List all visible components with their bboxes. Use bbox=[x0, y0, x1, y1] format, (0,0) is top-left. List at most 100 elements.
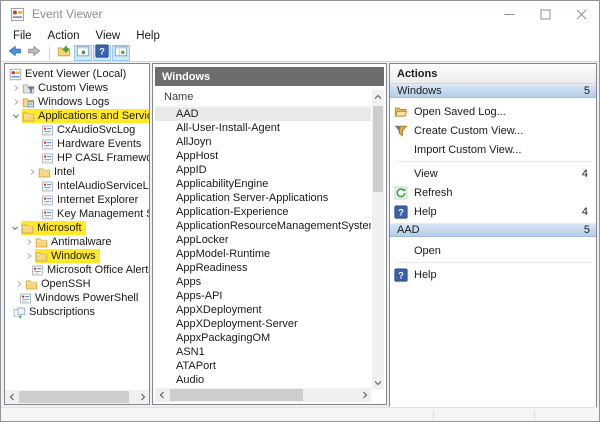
action-item-view[interactable]: View4 bbox=[390, 164, 596, 183]
scroll-down-button[interactable] bbox=[372, 376, 384, 389]
menu-item-action[interactable]: Action bbox=[40, 28, 88, 44]
scrollbar-thumb[interactable] bbox=[19, 391, 129, 403]
chevron-expanded-icon[interactable] bbox=[9, 222, 21, 234]
scroll-up-button[interactable] bbox=[372, 90, 384, 103]
chevron-collapsed-icon[interactable] bbox=[13, 278, 25, 290]
list-item[interactable]: AAD bbox=[155, 107, 371, 121]
tree-item-windows-powershell[interactable]: Windows PowerShell bbox=[5, 291, 149, 305]
action-item-open[interactable]: Open bbox=[390, 241, 596, 260]
action-item-open-saved-log[interactable]: Open Saved Log... bbox=[390, 102, 596, 121]
scrollbar-thumb[interactable] bbox=[170, 389, 303, 401]
chevron-expanded-icon[interactable] bbox=[10, 110, 22, 122]
svg-text:?: ? bbox=[398, 207, 404, 217]
chevron-collapsed-icon[interactable] bbox=[10, 82, 22, 94]
tree-item-antimalware[interactable]: Antimalware bbox=[5, 235, 149, 249]
list-item[interactable]: ASN1 bbox=[155, 345, 371, 359]
back-button[interactable] bbox=[6, 45, 24, 61]
list-item[interactable]: AppXDeployment-Server bbox=[155, 317, 371, 331]
event-log-icon bbox=[41, 138, 54, 151]
title-bar: Event Viewer bbox=[1, 1, 599, 27]
list-item[interactable]: Application-Experience bbox=[155, 205, 371, 219]
action-item-import-custom-view[interactable]: Import Custom View... bbox=[390, 140, 596, 159]
list-item-label: AppXDeployment-Server bbox=[176, 318, 298, 330]
chevron-collapsed-icon[interactable] bbox=[23, 236, 35, 248]
tree-item-hardware-events[interactable]: Hardware Events bbox=[5, 137, 149, 151]
list-item[interactable]: AppHost bbox=[155, 149, 371, 163]
action-item-help[interactable]: ?Help bbox=[390, 265, 596, 284]
minimize-button[interactable] bbox=[491, 1, 527, 27]
forward-button[interactable] bbox=[25, 45, 43, 61]
action-item-label: Help bbox=[414, 269, 437, 281]
tree-item-applications-and-services-logs[interactable]: Applications and Services Logs bbox=[5, 109, 149, 123]
scrollbar-thumb[interactable] bbox=[373, 106, 383, 192]
list-item-label: AppLocker bbox=[176, 234, 229, 246]
menu-item-file[interactable]: File bbox=[5, 28, 40, 44]
list-item[interactable]: ATAPort bbox=[155, 359, 371, 373]
list-item[interactable]: ApplicabilityEngine bbox=[155, 177, 371, 191]
list-item[interactable]: AppXDeployment bbox=[155, 303, 371, 317]
list-item[interactable]: AppxPackagingOM bbox=[155, 331, 371, 345]
tree-item-microsoft[interactable]: Microsoft bbox=[5, 221, 149, 235]
tree-item-label: Custom Views bbox=[38, 82, 108, 94]
tree-item-hp-casl-framework[interactable]: HP CASL Framework bbox=[5, 151, 149, 165]
folder-icon bbox=[21, 222, 34, 235]
list-item[interactable]: AppLocker bbox=[155, 233, 371, 247]
tree-horizontal-scrollbar[interactable] bbox=[5, 390, 149, 404]
help-icon: ? bbox=[394, 205, 408, 219]
list-item[interactable]: AppReadiness bbox=[155, 261, 371, 275]
action-item-refresh[interactable]: Refresh bbox=[390, 183, 596, 202]
list-item-label: AppxPackagingOM bbox=[176, 332, 270, 344]
list-item[interactable]: AllJoyn bbox=[155, 135, 371, 149]
tree-item-openssh[interactable]: OpenSSH bbox=[5, 277, 149, 291]
list-item[interactable]: Application Server-Applications bbox=[155, 191, 371, 205]
scroll-left-button[interactable] bbox=[5, 390, 18, 404]
tree-item-event-viewer-local[interactable]: Event Viewer (Local) bbox=[5, 67, 149, 81]
menu-item-help[interactable]: Help bbox=[128, 28, 168, 44]
export-folder-button[interactable] bbox=[55, 45, 73, 61]
console-window-button[interactable] bbox=[74, 45, 92, 61]
list-vertical-scrollbar[interactable] bbox=[372, 90, 384, 389]
chevron-collapsed-icon[interactable] bbox=[10, 96, 22, 108]
action-item-help[interactable]: ?Help4 bbox=[390, 202, 596, 221]
tree-item-content: Antimalware bbox=[35, 235, 116, 249]
maximize-button[interactable] bbox=[527, 1, 563, 27]
tree-item-custom-views[interactable]: Custom Views bbox=[5, 81, 149, 95]
collapse-glyph[interactable]: 5 bbox=[584, 85, 590, 97]
tree-item-windows[interactable]: Windows bbox=[5, 249, 149, 263]
tree-item-cxaudiosvclog[interactable]: CxAudioSvcLog bbox=[5, 123, 149, 137]
console-panes-button[interactable] bbox=[112, 45, 130, 61]
tree-item-key-management-service[interactable]: Key Management Service bbox=[5, 207, 149, 221]
action-item-label: Help bbox=[414, 206, 437, 218]
tree-item-microsoft-office-alerts[interactable]: Microsoft Office Alerts bbox=[5, 263, 149, 277]
list-item[interactable]: Apps bbox=[155, 275, 371, 289]
tree-item-content: Windows Logs bbox=[22, 95, 114, 109]
action-group-header-aad[interactable]: AAD5 bbox=[390, 223, 596, 237]
list-item[interactable]: Audio bbox=[155, 373, 371, 387]
tree-item-windows-logs[interactable]: Windows Logs bbox=[5, 95, 149, 109]
list-item-label: Audio bbox=[176, 374, 204, 386]
scroll-right-button[interactable] bbox=[136, 390, 149, 404]
minimize-icon bbox=[504, 9, 515, 20]
tree-item-intelaudioservicelog[interactable]: IntelAudioServiceLog bbox=[5, 179, 149, 193]
window-controls bbox=[491, 1, 599, 27]
tree-item-internet-explorer[interactable]: Internet Explorer bbox=[5, 193, 149, 207]
close-button[interactable] bbox=[563, 1, 599, 27]
collapse-glyph[interactable]: 5 bbox=[584, 224, 590, 236]
list-horizontal-scrollbar[interactable] bbox=[155, 388, 371, 402]
action-group-header-windows[interactable]: Windows5 bbox=[390, 84, 596, 98]
help-button[interactable]: ? bbox=[93, 45, 111, 61]
tree-item-subscriptions[interactable]: Subscriptions bbox=[5, 305, 149, 319]
list-item[interactable]: AppID bbox=[155, 163, 371, 177]
list-item[interactable]: ApplicationResourceManagementSystem bbox=[155, 219, 371, 233]
list-item[interactable]: AppModel-Runtime bbox=[155, 247, 371, 261]
action-item-create-custom-view[interactable]: Create Custom View... bbox=[390, 121, 596, 140]
menu-item-view[interactable]: View bbox=[88, 28, 129, 44]
chevron-collapsed-icon[interactable] bbox=[26, 166, 38, 178]
list-item[interactable]: All-User-Install-Agent bbox=[155, 121, 371, 135]
name-column-header[interactable]: Name bbox=[155, 88, 371, 106]
chevron-collapsed-icon[interactable] bbox=[23, 250, 35, 262]
tree-item-intel[interactable]: Intel bbox=[5, 165, 149, 179]
list-item[interactable]: Apps-API bbox=[155, 289, 371, 303]
scroll-right-button[interactable] bbox=[358, 388, 371, 402]
scroll-left-button[interactable] bbox=[155, 388, 168, 402]
